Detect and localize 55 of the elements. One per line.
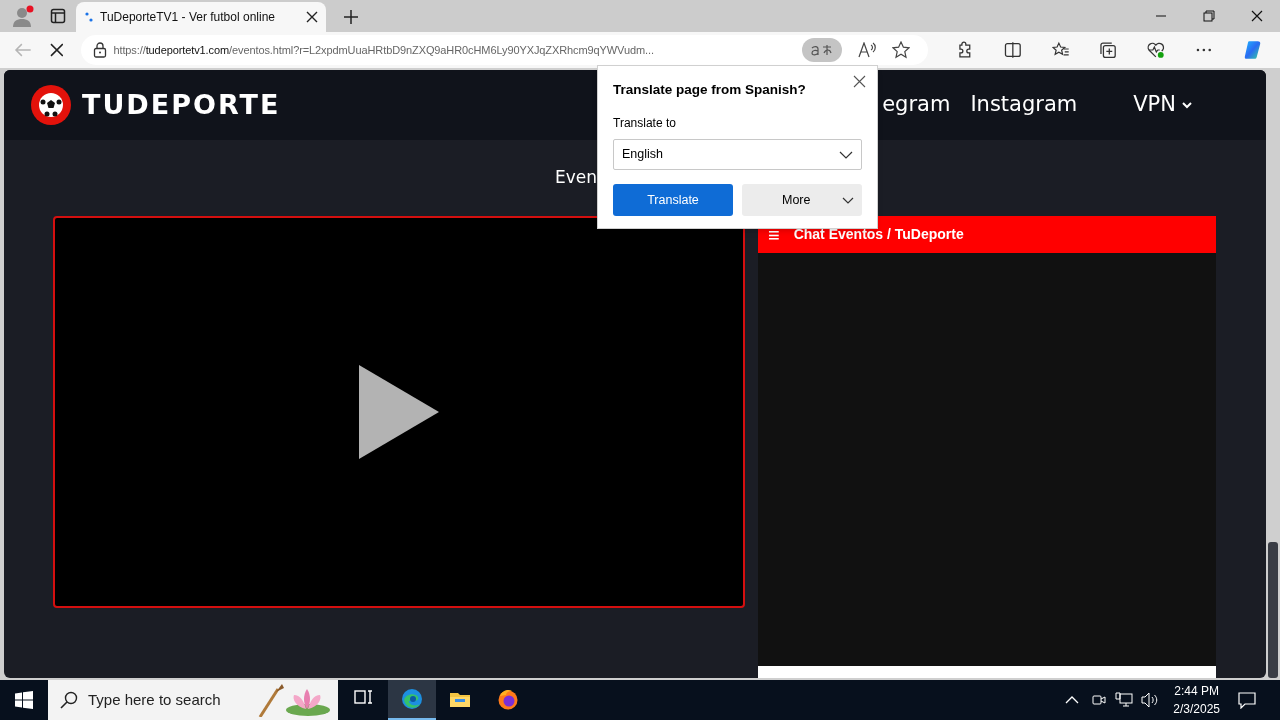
network-icon[interactable] xyxy=(1115,692,1134,708)
firefox-icon xyxy=(497,688,519,710)
language-dropdown[interactable]: English xyxy=(613,139,862,171)
close-icon[interactable] xyxy=(853,75,866,88)
nav-link[interactable]: Instagram xyxy=(970,89,1078,121)
play-icon[interactable] xyxy=(359,365,439,459)
volume-icon[interactable] xyxy=(1141,692,1160,708)
profile-icon[interactable] xyxy=(10,4,36,28)
favorites-icon[interactable] xyxy=(1051,41,1070,59)
address-bar[interactable]: https://tudeportetv1.com/eventos.html?r=L2xpdmUuaHRtbD9nZXQ9aHR0cHM6Ly90YXJqZXRhcm9qYWVudm... xyxy=(81,35,929,65)
read-aloud-icon[interactable] xyxy=(858,42,877,58)
new-tab-icon[interactable] xyxy=(344,10,358,24)
windows-start-icon[interactable] xyxy=(15,691,33,709)
chevron-up-icon[interactable] xyxy=(1065,696,1080,704)
collections-icon[interactable] xyxy=(1099,41,1118,59)
popup-title: Translate page from Spanish? xyxy=(613,81,807,99)
translate-icon[interactable] xyxy=(802,38,843,62)
camera-icon[interactable] xyxy=(1091,692,1108,708)
site-logo-text[interactable]: TUDEPORTE xyxy=(82,84,281,126)
taskbar-search-field[interactable]: Type here to search xyxy=(48,680,338,720)
edge-browser-icon xyxy=(401,688,423,710)
clock-date[interactable]: 2/3/2025 xyxy=(1173,700,1220,718)
loading-icon xyxy=(84,11,94,23)
tab-actions-icon[interactable] xyxy=(50,8,66,24)
url-text: https://tudeportetv1.com/eventos.html?r=L2xpdmUuaHRtbD9nZXQ9aHR0cHM6Ly90YXJqZXRhcm9qYWVudm... xyxy=(113,42,655,58)
stop-loading-icon[interactable] xyxy=(49,43,64,57)
tab-title: TuDeporteTV1 - Ver futbol online xyxy=(100,9,276,26)
chat-input-bar[interactable] xyxy=(758,666,1216,678)
page-heading: Even xyxy=(554,166,597,190)
translate-button[interactable]: Translate xyxy=(613,184,733,217)
menu-icon[interactable]: ≡ xyxy=(768,224,780,245)
soccer-ball-logo-icon[interactable] xyxy=(30,84,72,126)
close-icon[interactable] xyxy=(1251,10,1263,22)
health-heart-icon[interactable] xyxy=(1147,41,1165,59)
chat-title: Chat Eventos / TuDeporte xyxy=(793,225,964,244)
clock-time[interactable]: 2:44 PM xyxy=(1174,682,1219,700)
restore-icon[interactable] xyxy=(1203,10,1215,22)
more-dropdown-button[interactable]: More xyxy=(742,184,862,217)
close-icon[interactable] xyxy=(306,11,318,23)
search-icon xyxy=(60,691,78,709)
nav-link[interactable]: VPN xyxy=(1133,89,1192,121)
nav-link[interactable]: egram xyxy=(882,89,951,121)
lotus-brush-icon xyxy=(256,683,330,717)
video-player[interactable] xyxy=(53,216,745,608)
search-placeholder: Type here to search xyxy=(88,689,221,710)
browser-tab[interactable]: TuDeporteTV1 - Ver futbol online xyxy=(76,2,326,32)
chevron-down-icon xyxy=(839,150,853,159)
favorite-star-icon[interactable] xyxy=(892,41,911,59)
split-screen-icon[interactable] xyxy=(1004,41,1022,59)
chevron-down-icon xyxy=(842,196,854,204)
notifications-icon[interactable] xyxy=(1238,691,1256,709)
lock-icon xyxy=(93,42,108,58)
scrollbar-thumb[interactable] xyxy=(1268,542,1278,678)
taskbar-app[interactable] xyxy=(388,680,436,720)
field-label: Translate to xyxy=(613,115,677,133)
